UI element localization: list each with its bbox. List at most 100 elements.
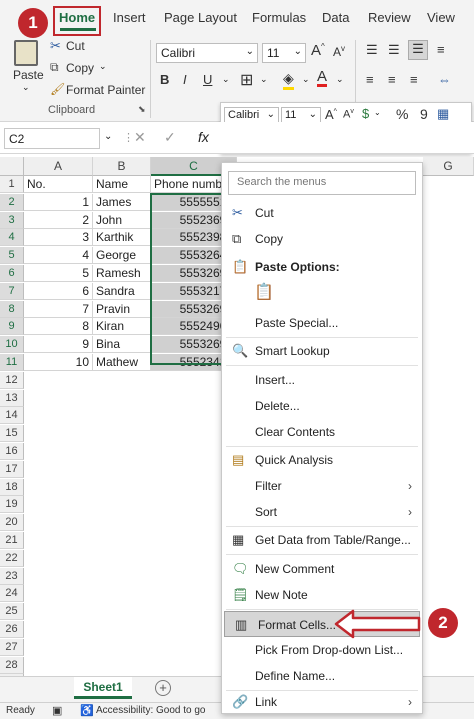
column-header-g[interactable]: G [423,157,474,176]
tab-formulas[interactable]: Formulas [252,10,306,25]
row-header[interactable]: 25 [0,603,24,621]
cell-name[interactable]: Bina [93,336,151,354]
row-header[interactable]: 17 [0,460,24,478]
row-header[interactable]: 12 [0,371,24,389]
header-cell-no[interactable]: No. [24,176,93,193]
macro-record-icon[interactable]: ▣ [52,704,62,717]
cell-name[interactable]: Mathew [93,354,151,371]
font-color-icon[interactable]: A [317,69,328,87]
tab-review[interactable]: Review [368,10,411,25]
align-left-icon[interactable]: ≡ [366,72,374,87]
select-all-corner[interactable] [0,157,24,176]
menu-item-smart-lookup[interactable]: 🔍 Smart Lookup [222,338,422,364]
row-header[interactable]: 5 [0,247,24,265]
tab-page-layout[interactable]: Page Layout [164,10,237,25]
align-bottom-icon[interactable]: ☰ [408,40,428,60]
mini-currency-icon[interactable]: $ [362,106,369,121]
cell-no[interactable]: 7 [24,300,93,318]
row-header[interactable]: 9 [0,318,24,336]
row-header[interactable]: 18 [0,478,24,496]
row-header[interactable]: 26 [0,621,24,638]
cell-no[interactable]: 4 [24,247,93,265]
mini-increase-font-icon[interactable]: A^ [325,107,337,122]
row-header[interactable]: 4 [0,229,24,247]
status-accessibility[interactable]: Accessibility: Good to go [96,705,206,716]
cell-name[interactable]: Ramesh [93,265,151,282]
row-header[interactable]: 27 [0,638,24,656]
row-header[interactable]: 3 [0,211,24,229]
menu-item-quick-analysis[interactable]: ▤ Quick Analysis [222,447,422,473]
row-header[interactable]: 24 [0,585,24,603]
menu-item-copy[interactable]: ⧉ Copy [222,226,422,252]
cell-name[interactable]: Pravin [93,300,151,318]
column-header-a[interactable]: A [24,157,93,176]
cell-name[interactable]: Kiran [93,318,151,336]
cell-name[interactable]: Sandra [93,282,151,300]
row-header[interactable]: 20 [0,514,24,532]
column-header-b[interactable]: B [93,157,151,176]
align-center-icon[interactable]: ≡ [388,72,396,87]
orientation-icon[interactable]: ≡ [437,42,445,57]
tab-insert[interactable]: Insert [113,10,146,25]
cell-no[interactable]: 1 [24,193,93,211]
align-top-icon[interactable]: ☰ [366,42,378,58]
row-header[interactable]: 2 [0,193,24,211]
fill-color-icon[interactable]: ◈ [283,70,294,90]
paste-dropdown-icon[interactable]: ⌄ [22,82,30,93]
borders-icon[interactable]: ⊞ [240,70,253,90]
decrease-font-icon[interactable]: Av [333,44,345,59]
borders-dropdown-icon[interactable]: ⌄ [260,74,268,85]
font-name-combo[interactable]: Calibri ⌄ [156,43,258,63]
menu-search-input[interactable]: Search the menus [228,171,416,195]
menu-item-paste-special[interactable]: Paste Special... [222,310,422,336]
paste-icon[interactable] [14,40,38,66]
mini-comma-icon[interactable]: 9 [420,106,428,122]
menu-item-cut[interactable]: ✂ Cut [222,200,422,226]
row-header[interactable]: 1 [0,176,24,193]
menu-item-delete[interactable]: Delete... [222,393,422,419]
paste-option-icon[interactable]: 📋 [254,282,276,304]
row-header[interactable]: 14 [0,407,24,425]
row-header[interactable]: 28 [0,656,24,674]
cell-name[interactable]: George [93,247,151,265]
align-middle-icon[interactable]: ☰ [388,42,400,58]
row-header[interactable]: 21 [0,532,24,549]
cell-name[interactable]: James [93,193,151,211]
cell-name[interactable]: John [93,211,151,229]
name-box-dropdown-icon[interactable]: ⌄ [104,131,112,142]
cut-button[interactable]: Cut [66,39,85,53]
menu-item-define-name[interactable]: Define Name... [222,663,422,689]
bold-icon[interactable]: B [160,72,169,87]
row-header[interactable]: 23 [0,567,24,585]
tab-home[interactable]: Home [59,10,95,25]
row-header[interactable]: 8 [0,300,24,318]
fill-dropdown-icon[interactable]: ⌄ [302,74,310,85]
enter-icon[interactable]: ✓ [164,129,176,146]
menu-item-filter[interactable]: Filter › [222,473,422,499]
menu-item-insert[interactable]: Insert... [222,367,422,393]
menu-item-new-comment[interactable]: 🗨 New Comment [222,556,422,582]
mini-format-table-icon[interactable]: ▦ [437,106,449,122]
underline-icon[interactable]: U [203,72,212,87]
cancel-icon[interactable]: ✕ [134,129,146,146]
italic-icon[interactable]: I [183,72,187,87]
menu-item-sort[interactable]: Sort › [222,499,422,525]
cell-no[interactable]: 8 [24,318,93,336]
insert-function-icon[interactable]: fx [198,129,209,145]
header-cell-name[interactable]: Name [93,176,151,193]
merge-icon[interactable]: ⇔ [438,72,451,87]
align-right-icon[interactable]: ≡ [410,72,418,87]
menu-item-new-note[interactable]: 🗒 New Note [222,582,422,608]
cell-name[interactable]: Karthik [93,229,151,247]
menu-item-clear-contents[interactable]: Clear Contents [222,419,422,445]
cell-no[interactable]: 6 [24,282,93,300]
increase-font-icon[interactable]: A^ [311,42,325,59]
add-sheet-icon[interactable]: + [155,680,171,696]
underline-dropdown-icon[interactable]: ⌄ [222,74,230,85]
clipboard-launcher-icon[interactable]: ⬊ [138,104,146,115]
row-header[interactable]: 19 [0,496,24,514]
sheet-tab-sheet1[interactable]: Sheet1 [74,677,132,699]
cell-no[interactable]: 2 [24,211,93,229]
copy-dropdown-icon[interactable]: ⌄ [99,61,107,72]
row-header[interactable]: 16 [0,443,24,460]
